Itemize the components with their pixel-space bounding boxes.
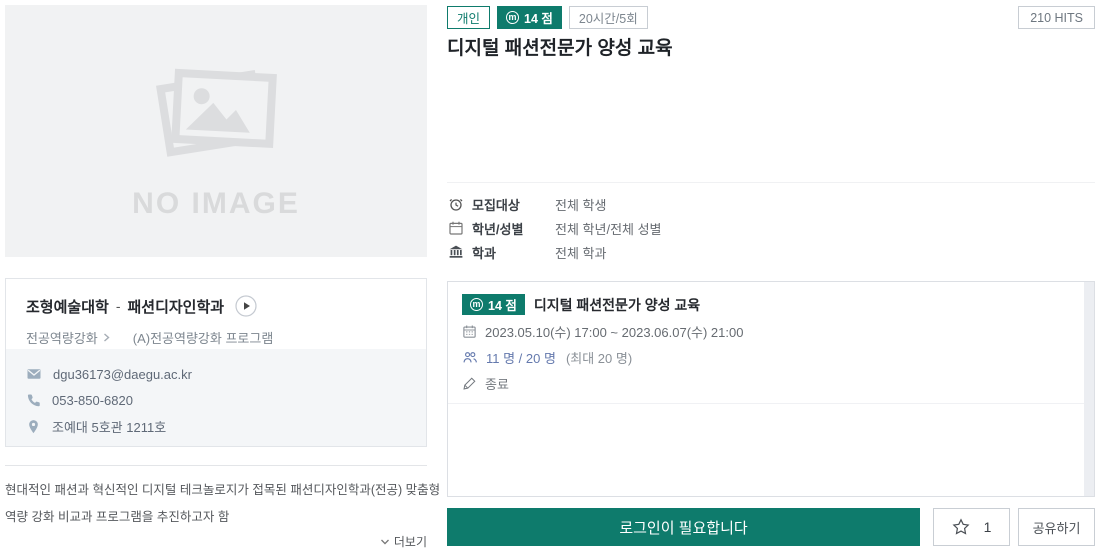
session-enrollment-row: 11 명 / 20 명 (최대 20 명) — [462, 348, 1070, 367]
info-label: 학과 — [472, 243, 555, 262]
breadcrumb-program[interactable]: (A)전공역량강화 프로그램 — [133, 328, 274, 347]
contact-address: 조예대 5호관 1211호 — [52, 417, 166, 436]
header-badges: 개인 m 14 점 20시간/5회 — [447, 6, 648, 29]
session-status-row: 종료 — [462, 374, 1070, 393]
calendar-icon — [462, 324, 477, 339]
show-more-button[interactable]: 더보기 — [5, 533, 427, 550]
bank-icon — [448, 244, 464, 260]
info-row-department: 학과 전체 학과 — [447, 240, 1095, 264]
people-icon — [462, 350, 478, 365]
share-button[interactable]: 공유하기 — [1018, 508, 1095, 546]
session-capacity-note: (최대 20 명) — [566, 348, 632, 367]
map-pin-icon — [26, 419, 41, 434]
chevron-down-icon — [380, 538, 390, 546]
contact-address-row: 조예대 5호관 1211호 — [26, 414, 406, 438]
hours-badge: 20시간/5회 — [569, 6, 648, 29]
phone-icon — [26, 393, 41, 408]
pen-icon — [462, 376, 477, 391]
course-info-section: 모집대상 전체 학생 학년/성별 전체 학년/전체 성별 — [447, 182, 1095, 264]
login-required-button[interactable]: 로그인이 필요합니다 — [447, 508, 920, 546]
college-name: 조형예술대학 — [26, 296, 109, 317]
description-line-1: 현대적인 패션과 혁신적인 디지털 테크놀로지가 접목된 패션디자인학과(전공)… — [5, 477, 435, 504]
session-points-badge: m 14 점 — [462, 294, 525, 315]
session-date-row: 2023.05.10(수) 17:00 ~ 2023.06.07(수) 21:0… — [462, 322, 1070, 341]
favorite-button[interactable]: 1 — [933, 508, 1010, 546]
info-label: 학년/성별 — [472, 219, 555, 238]
contact-phone: 053-850-6820 — [52, 393, 133, 408]
session-enrollment: 11 명 / 20 명 — [486, 348, 556, 367]
name-separator: - — [116, 298, 121, 314]
session-list-panel: m 14 점 디지털 패션전문가 양성 교육 2023.05.10(수) 17:… — [447, 281, 1095, 497]
no-image-placeholder: NO IMAGE — [5, 5, 427, 257]
info-label: 모집대상 — [472, 195, 555, 214]
organization-card: 조형예술대학 - 패션디자인학과 전공역량강화 (A)전공역량강화 프로그램 — [5, 278, 427, 447]
photo-placeholder-icon — [141, 59, 291, 161]
play-button[interactable] — [235, 295, 257, 317]
points-badge-label: 14 점 — [524, 8, 553, 27]
info-value: 전체 학년/전체 성별 — [555, 219, 662, 238]
personal-badge: 개인 — [447, 6, 490, 29]
page-title: 디지털 패션전문가 양성 교육 — [447, 33, 673, 60]
info-value: 전체 학과 — [555, 243, 606, 262]
session-title: 디지털 패션전문가 양성 교육 — [534, 295, 700, 315]
session-list-item[interactable]: m 14 점 디지털 패션전문가 양성 교육 2023.05.10(수) 17:… — [448, 282, 1084, 404]
contact-email-row: dgu36173@daegu.ac.kr — [26, 362, 406, 386]
session-status: 종료 — [485, 374, 509, 393]
info-value: 전체 학생 — [555, 195, 606, 214]
course-detail-page: NO IMAGE 조형예술대학 - 패션디자인학과 전공역량강화 (A)전공역량… — [0, 0, 1097, 556]
info-row-grade-gender: 학년/성별 전체 학년/전체 성별 — [447, 216, 1095, 240]
scrollbar-track[interactable] — [1084, 282, 1094, 496]
calendar-icon — [448, 220, 464, 236]
contact-section: dgu36173@daegu.ac.kr 053-850-6820 조예대 5호… — [6, 349, 426, 446]
hits-counter: 210 HITS — [1018, 6, 1095, 29]
contact-email: dgu36173@daegu.ac.kr — [53, 367, 192, 382]
session-points-label: 14 점 — [488, 295, 517, 314]
contact-phone-row: 053-850-6820 — [26, 388, 406, 412]
points-badge: m 14 점 — [497, 6, 562, 29]
description-line-2: 역량 강화 비교과 프로그램을 추진하고자 함 — [5, 504, 435, 531]
favorite-count: 1 — [984, 519, 992, 535]
mileage-icon: m — [506, 11, 519, 24]
mileage-icon: m — [470, 298, 483, 311]
info-row-target: 모집대상 전체 학생 — [447, 192, 1095, 216]
show-more-label: 더보기 — [394, 533, 427, 550]
left-section-divider — [5, 465, 427, 466]
breadcrumb: 전공역량강화 (A)전공역량강화 프로그램 — [26, 328, 406, 347]
chevron-right-icon — [102, 333, 111, 342]
organization-header: 조형예술대학 - 패션디자인학과 전공역량강화 (A)전공역량강화 프로그램 — [6, 279, 426, 350]
mail-icon — [26, 366, 42, 382]
alarm-clock-icon — [448, 196, 464, 212]
breadcrumb-category[interactable]: 전공역량강화 — [26, 328, 98, 347]
star-icon — [952, 518, 970, 536]
session-date-range: 2023.05.10(수) 17:00 ~ 2023.06.07(수) 21:0… — [485, 322, 743, 341]
organization-description: 현대적인 패션과 혁신적인 디지털 테크놀로지가 접목된 패션디자인학과(전공)… — [5, 477, 435, 531]
department-name: 패션디자인학과 — [127, 296, 224, 317]
no-image-label: NO IMAGE — [132, 187, 300, 221]
